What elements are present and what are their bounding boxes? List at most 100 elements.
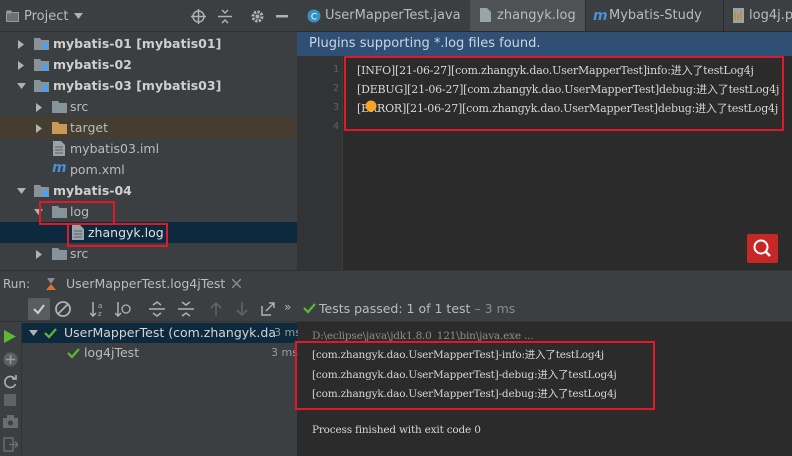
rerun-failed-icon[interactable] xyxy=(3,352,18,367)
status-prefix: Tests passed: xyxy=(319,301,403,316)
tab-usermappertest[interactable]: C UserMapperTest.java xyxy=(297,0,471,31)
test-tree-row-class[interactable]: UserMapperTest (com.zhangyk.da 3 ms xyxy=(22,323,301,343)
java-class-icon: C xyxy=(307,9,321,23)
test-time: 3 ms xyxy=(274,326,301,339)
tree-item-mybatis-04[interactable]: mybatis-04 xyxy=(0,180,297,201)
module-folder-icon xyxy=(34,79,49,92)
search-icon[interactable] xyxy=(747,234,778,263)
stop-icon[interactable] xyxy=(4,394,16,406)
folder-icon xyxy=(52,121,67,134)
export-icon[interactable] xyxy=(260,301,276,317)
chevron-down-icon[interactable] xyxy=(29,330,38,336)
maven-icon: m xyxy=(52,160,67,176)
chevron-right-icon[interactable] xyxy=(36,124,42,133)
log-file-icon xyxy=(480,8,491,22)
test-tree-row-method[interactable]: log4jTest 3 ms xyxy=(22,343,298,363)
plugin-banner: Plugins supporting *.log files found. xyxy=(297,32,792,56)
tree-item-mybatis-02[interactable]: mybatis-02 xyxy=(0,54,297,75)
tab-label: UserMapperTest.java xyxy=(325,8,461,23)
show-passed-icon[interactable] xyxy=(28,298,50,320)
module-folder-icon xyxy=(34,58,49,71)
module-folder-icon xyxy=(34,37,49,50)
more-icon[interactable]: » xyxy=(284,300,291,314)
chevron-down-icon[interactable] xyxy=(17,83,26,89)
tree-item-target[interactable]: target xyxy=(0,117,297,138)
console-exit-line: Process finished with exit code 0 xyxy=(312,424,481,436)
svg-text:z: z xyxy=(98,310,102,317)
run-icon[interactable] xyxy=(4,330,16,343)
test-time: 3 ms xyxy=(271,346,298,359)
run-config-tab[interactable]: UserMapperTest.log4jTest xyxy=(66,276,225,291)
tab-log4j[interactable]: log4j.p xyxy=(723,0,792,31)
toggle-auto-test-icon[interactable] xyxy=(3,374,18,389)
tree-item-mybatis-01[interactable]: mybatis-01 [mybatis01] xyxy=(0,33,297,54)
tree-item-label: mybatis-02 xyxy=(53,57,132,72)
run-panel-header: Run: UserMapperTest.log4jTest xyxy=(0,270,792,296)
highlight-box-console xyxy=(295,341,655,410)
arrow-down-icon[interactable] xyxy=(236,301,248,317)
tree-item-pom[interactable]: m pom.xml xyxy=(0,159,297,180)
test-status: Tests passed: 1 of 1 test – 3 ms xyxy=(319,301,515,316)
line-number: 3 xyxy=(332,102,339,113)
project-title[interactable]: Project xyxy=(24,9,68,24)
tree-item-label: mybatis-01 xyxy=(53,36,132,51)
run-toolbar: az » Tests passed: 1 of 1 test – 3 ms xyxy=(0,296,792,322)
folder-icon xyxy=(52,100,67,113)
close-icon[interactable] xyxy=(232,279,241,288)
tree-item-label: pom.xml xyxy=(70,162,125,177)
tree-item-label: mybatis03.iml xyxy=(70,141,160,156)
expand-all-icon[interactable] xyxy=(149,301,165,317)
test-config-icon xyxy=(44,277,58,291)
line-number: 2 xyxy=(332,83,339,94)
status-count: 1 of 1 test xyxy=(406,301,471,316)
chevron-right-icon[interactable] xyxy=(18,40,24,49)
tab-zhangyk-log[interactable]: zhangyk.log xyxy=(470,0,586,31)
tab-mybatis-study[interactable]: m Mybatis-Study xyxy=(585,0,724,31)
exit-icon[interactable] xyxy=(3,437,18,452)
camera-icon[interactable] xyxy=(3,415,18,428)
file-icon xyxy=(53,141,65,156)
tree-item-label: target xyxy=(70,120,109,135)
maven-icon: m xyxy=(593,8,608,24)
chevron-right-icon[interactable] xyxy=(18,61,24,70)
locate-icon[interactable] xyxy=(191,9,206,24)
chevron-right-icon[interactable] xyxy=(36,103,42,112)
run-label: Run: xyxy=(3,277,31,291)
sort-alpha-icon[interactable]: az xyxy=(90,301,106,317)
highlight-box-log-file xyxy=(67,223,168,247)
tree-item-label: mybatis-04 xyxy=(53,183,132,198)
check-icon xyxy=(303,302,316,314)
project-icon xyxy=(6,10,19,22)
line-number: 1 xyxy=(332,64,339,75)
tab-label: zhangyk.log xyxy=(497,8,576,23)
show-ignored-icon[interactable] xyxy=(54,300,72,318)
test-method-label: log4jTest xyxy=(84,345,140,360)
collapse-all-icon[interactable] xyxy=(178,301,194,317)
gear-icon[interactable] xyxy=(250,9,265,24)
status-time: – 3 ms xyxy=(474,301,516,316)
highlight-box-log-folder xyxy=(39,201,115,225)
highlight-box-log-content xyxy=(344,56,784,131)
tree-item-mybatis-03[interactable]: mybatis-03 [mybatis03] xyxy=(0,75,297,96)
test-results-tree: UserMapperTest (com.zhangyk.da 3 ms log4… xyxy=(22,322,301,456)
tree-item-label: mybatis-03 xyxy=(53,78,132,93)
folder-icon xyxy=(52,247,67,260)
editor-tabs: C UserMapperTest.java zhangyk.log m Myba… xyxy=(297,0,792,32)
hide-panel-icon[interactable] xyxy=(276,15,288,18)
check-icon xyxy=(44,327,57,339)
chevron-right-icon[interactable] xyxy=(36,250,42,259)
check-icon xyxy=(67,347,80,359)
chevron-down-icon[interactable] xyxy=(17,188,26,194)
tab-label: log4j.p xyxy=(749,8,792,23)
tab-label: Mybatis-Study xyxy=(609,8,702,23)
sort-duration-icon[interactable] xyxy=(115,301,131,317)
tree-item-iml[interactable]: mybatis03.iml xyxy=(0,138,297,159)
collapse-all-icon[interactable] xyxy=(218,9,232,24)
svg-text:a: a xyxy=(98,302,102,310)
line-number: 4 xyxy=(332,121,339,132)
project-panel-header: Project xyxy=(0,0,297,32)
arrow-up-icon[interactable] xyxy=(210,301,222,317)
chevron-down-icon[interactable] xyxy=(74,13,83,19)
tree-item-src[interactable]: src xyxy=(0,96,297,117)
module-folder-icon xyxy=(34,184,49,197)
